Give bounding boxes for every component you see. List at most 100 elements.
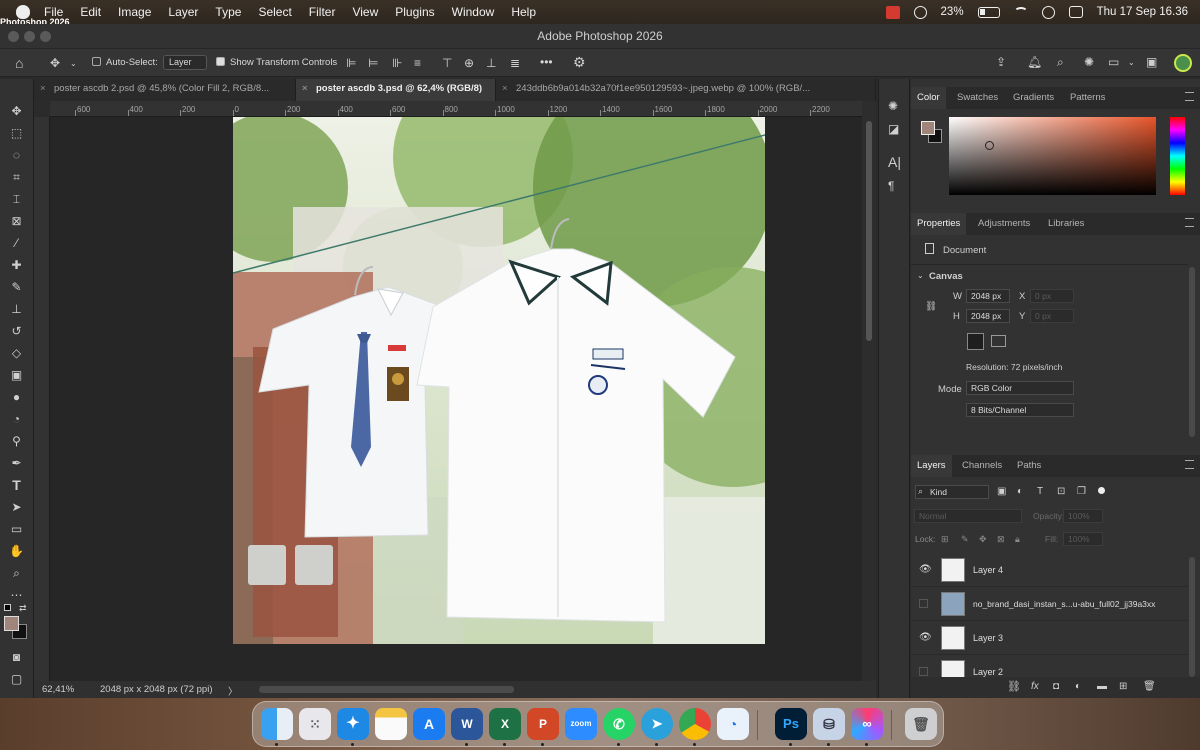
align-top-icon[interactable]: ⊤ xyxy=(442,56,452,70)
align-bottom-icon[interactable]: ⊥ xyxy=(486,56,496,70)
auto-select-dropdown[interactable]: Layer xyxy=(163,55,207,70)
quick-share-app-icon[interactable]: ◔ xyxy=(717,708,749,740)
menu-image[interactable]: Image xyxy=(118,5,151,19)
lock-paint-icon[interactable]: ✎ xyxy=(961,532,969,546)
layer-row[interactable]: no_brand_dasi_instan_s...u-abu_full02_jj… xyxy=(911,588,1188,621)
panel-menu-icon[interactable] xyxy=(1185,92,1194,101)
lock-position-icon[interactable]: ✥ xyxy=(979,532,987,546)
menu-view[interactable]: View xyxy=(352,5,378,19)
tab-layers[interactable]: Layers xyxy=(911,455,952,477)
vertical-scrollbar[interactable] xyxy=(862,101,876,681)
close-tab-icon[interactable]: × xyxy=(302,79,308,99)
chevron-down-icon[interactable]: ⌄ xyxy=(917,271,924,280)
play-icon[interactable] xyxy=(1041,5,1055,19)
filter-pixel-icon[interactable]: ▣ xyxy=(997,485,1006,499)
auto-select-checkbox[interactable]: Auto-Select: xyxy=(92,57,158,68)
new-group-icon[interactable]: ▬ xyxy=(1097,680,1107,694)
menubar-clock[interactable]: Thu 17 Sep 16.36 xyxy=(1097,6,1188,18)
lock-pixels-icon[interactable]: ⊞ xyxy=(941,532,949,546)
brush-tool-icon[interactable]: ✎ xyxy=(8,279,25,296)
screen-mode-icon[interactable]: ▢ xyxy=(8,671,25,688)
visibility-eye-icon[interactable]: 👁︎ xyxy=(919,565,932,575)
document-canvas[interactable] xyxy=(233,117,765,644)
panel-menu-icon[interactable] xyxy=(1185,218,1194,227)
tab-channels[interactable]: Channels xyxy=(956,455,1008,477)
search-icon[interactable]: ⌕ xyxy=(1057,55,1064,69)
system-status-icon[interactable] xyxy=(913,5,927,19)
layer-name[interactable]: no_brand_dasi_instan_s...u-abu_full02_jj… xyxy=(973,599,1155,609)
zoom-tool-icon[interactable]: ⌕ xyxy=(8,565,25,582)
portrait-orientation-button[interactable] xyxy=(967,333,984,350)
marquee-tool-icon[interactable]: ⬚ xyxy=(8,125,25,142)
gradient-tool-icon[interactable]: ▣ xyxy=(8,367,25,384)
menu-filter[interactable]: Filter xyxy=(309,5,336,19)
layers-scrollbar[interactable] xyxy=(1189,557,1195,677)
dodge-tool-icon[interactable]: ◔ xyxy=(8,411,25,428)
layer-row[interactable]: 👁︎ Layer 4 xyxy=(911,554,1188,587)
fill-field[interactable]: 100% xyxy=(1063,532,1103,546)
fx-icon[interactable]: fx xyxy=(1031,680,1039,694)
new-adjustment-icon[interactable]: ◐ xyxy=(1075,680,1081,694)
telegram-app-icon[interactable]: ➤ xyxy=(641,708,673,740)
document-tab[interactable]: × 243ddb6b9a014b32a70f1ee950129593~.jpeg.… xyxy=(496,79,876,101)
docker-app-icon[interactable]: ⛁ xyxy=(813,708,845,740)
adjustments-icon[interactable]: ✺ xyxy=(888,99,898,113)
home-icon[interactable]: ⌂ xyxy=(15,56,23,70)
tab-paths[interactable]: Paths xyxy=(1011,455,1047,477)
creative-cloud-app-icon[interactable]: ∞ xyxy=(851,708,883,740)
bit-depth-dropdown[interactable]: 8 Bits/Channel xyxy=(966,403,1074,417)
chrome-app-icon[interactable] xyxy=(679,708,711,740)
scrollbar-thumb[interactable] xyxy=(866,121,872,341)
blur-tool-icon[interactable]: ● xyxy=(8,389,25,406)
canvas-section-title[interactable]: Canvas xyxy=(929,271,963,282)
pen-tool-icon[interactable]: ✒ xyxy=(8,455,25,472)
layer-row[interactable]: 👁︎ Layer 3 xyxy=(911,622,1188,655)
new-layer-icon[interactable]: ⊞ xyxy=(1119,680,1127,694)
menu-edit[interactable]: Edit xyxy=(80,5,101,19)
history-brush-tool-icon[interactable]: ↺ xyxy=(8,323,25,340)
type-tool-icon[interactable]: T xyxy=(8,477,25,494)
panel-menu-icon[interactable] xyxy=(1185,460,1194,469)
blend-mode-dropdown[interactable]: Normal xyxy=(914,509,1022,523)
mode-dropdown[interactable]: RGB Color xyxy=(966,381,1074,395)
paragraph-icon[interactable]: ¶ xyxy=(888,179,894,193)
chevron-down-icon[interactable]: ⌄ xyxy=(70,57,77,71)
landscape-orientation-button[interactable] xyxy=(991,335,1006,347)
layer-name[interactable]: Layer 4 xyxy=(973,565,1003,575)
trash-app-icon[interactable]: 🗑︎ xyxy=(905,708,937,740)
character-icon[interactable]: A| xyxy=(888,155,901,169)
hand-tool-icon[interactable]: ✋ xyxy=(8,543,25,560)
height-field[interactable]: 2048 px xyxy=(966,309,1010,323)
settings-gear-icon[interactable]: ⚙ xyxy=(573,55,586,69)
menu-select[interactable]: Select xyxy=(258,5,291,19)
color-picker-marker[interactable] xyxy=(985,141,994,150)
close-tab-icon[interactable]: × xyxy=(502,79,508,99)
tab-gradients[interactable]: Gradients xyxy=(1007,87,1060,109)
menu-window[interactable]: Window xyxy=(452,5,495,19)
delete-layer-icon[interactable]: 🗑︎ xyxy=(1143,680,1156,694)
clone-stamp-tool-icon[interactable]: ⊥ xyxy=(8,301,25,318)
control-center-icon[interactable] xyxy=(1068,6,1083,18)
layer-name[interactable]: Layer 3 xyxy=(973,633,1003,643)
zoom-app-icon[interactable]: zoom xyxy=(565,708,597,740)
bell-icon[interactable]: 🔔︎ xyxy=(1027,55,1042,69)
width-field[interactable]: 2048 px xyxy=(966,289,1010,303)
object-select-tool-icon[interactable]: ⌗ xyxy=(8,169,25,186)
close-tab-icon[interactable]: × xyxy=(40,79,46,99)
cloud-docs-icon[interactable]: ▣ xyxy=(1146,55,1157,69)
powerpoint-app-icon[interactable]: P xyxy=(527,708,559,740)
document-tab-active[interactable]: × poster ascdb 3.psd @ 62,4% (RGB/8) xyxy=(296,79,496,101)
visibility-off-box[interactable] xyxy=(919,667,928,676)
canvas-workspace[interactable] xyxy=(50,117,862,681)
document-tab[interactable]: × poster ascdb 2.psd @ 45,8% (Color Fill … xyxy=(34,79,296,101)
user-avatar[interactable] xyxy=(1174,54,1192,72)
tab-swatches[interactable]: Swatches xyxy=(951,87,1004,109)
link-dimensions-icon[interactable]: ⛓ xyxy=(925,301,937,312)
filter-toggle[interactable] xyxy=(1098,487,1105,494)
photoshop-app-icon[interactable]: Ps xyxy=(775,708,807,740)
distribute-icon[interactable]: ≡ xyxy=(414,56,421,70)
color-field[interactable] xyxy=(949,117,1156,195)
align-middle-icon[interactable]: ⊕ xyxy=(464,56,474,70)
status-menu-arrow[interactable]: 〉 xyxy=(228,684,238,698)
edit-toolbar-icon[interactable]: ⋯ xyxy=(8,587,25,604)
